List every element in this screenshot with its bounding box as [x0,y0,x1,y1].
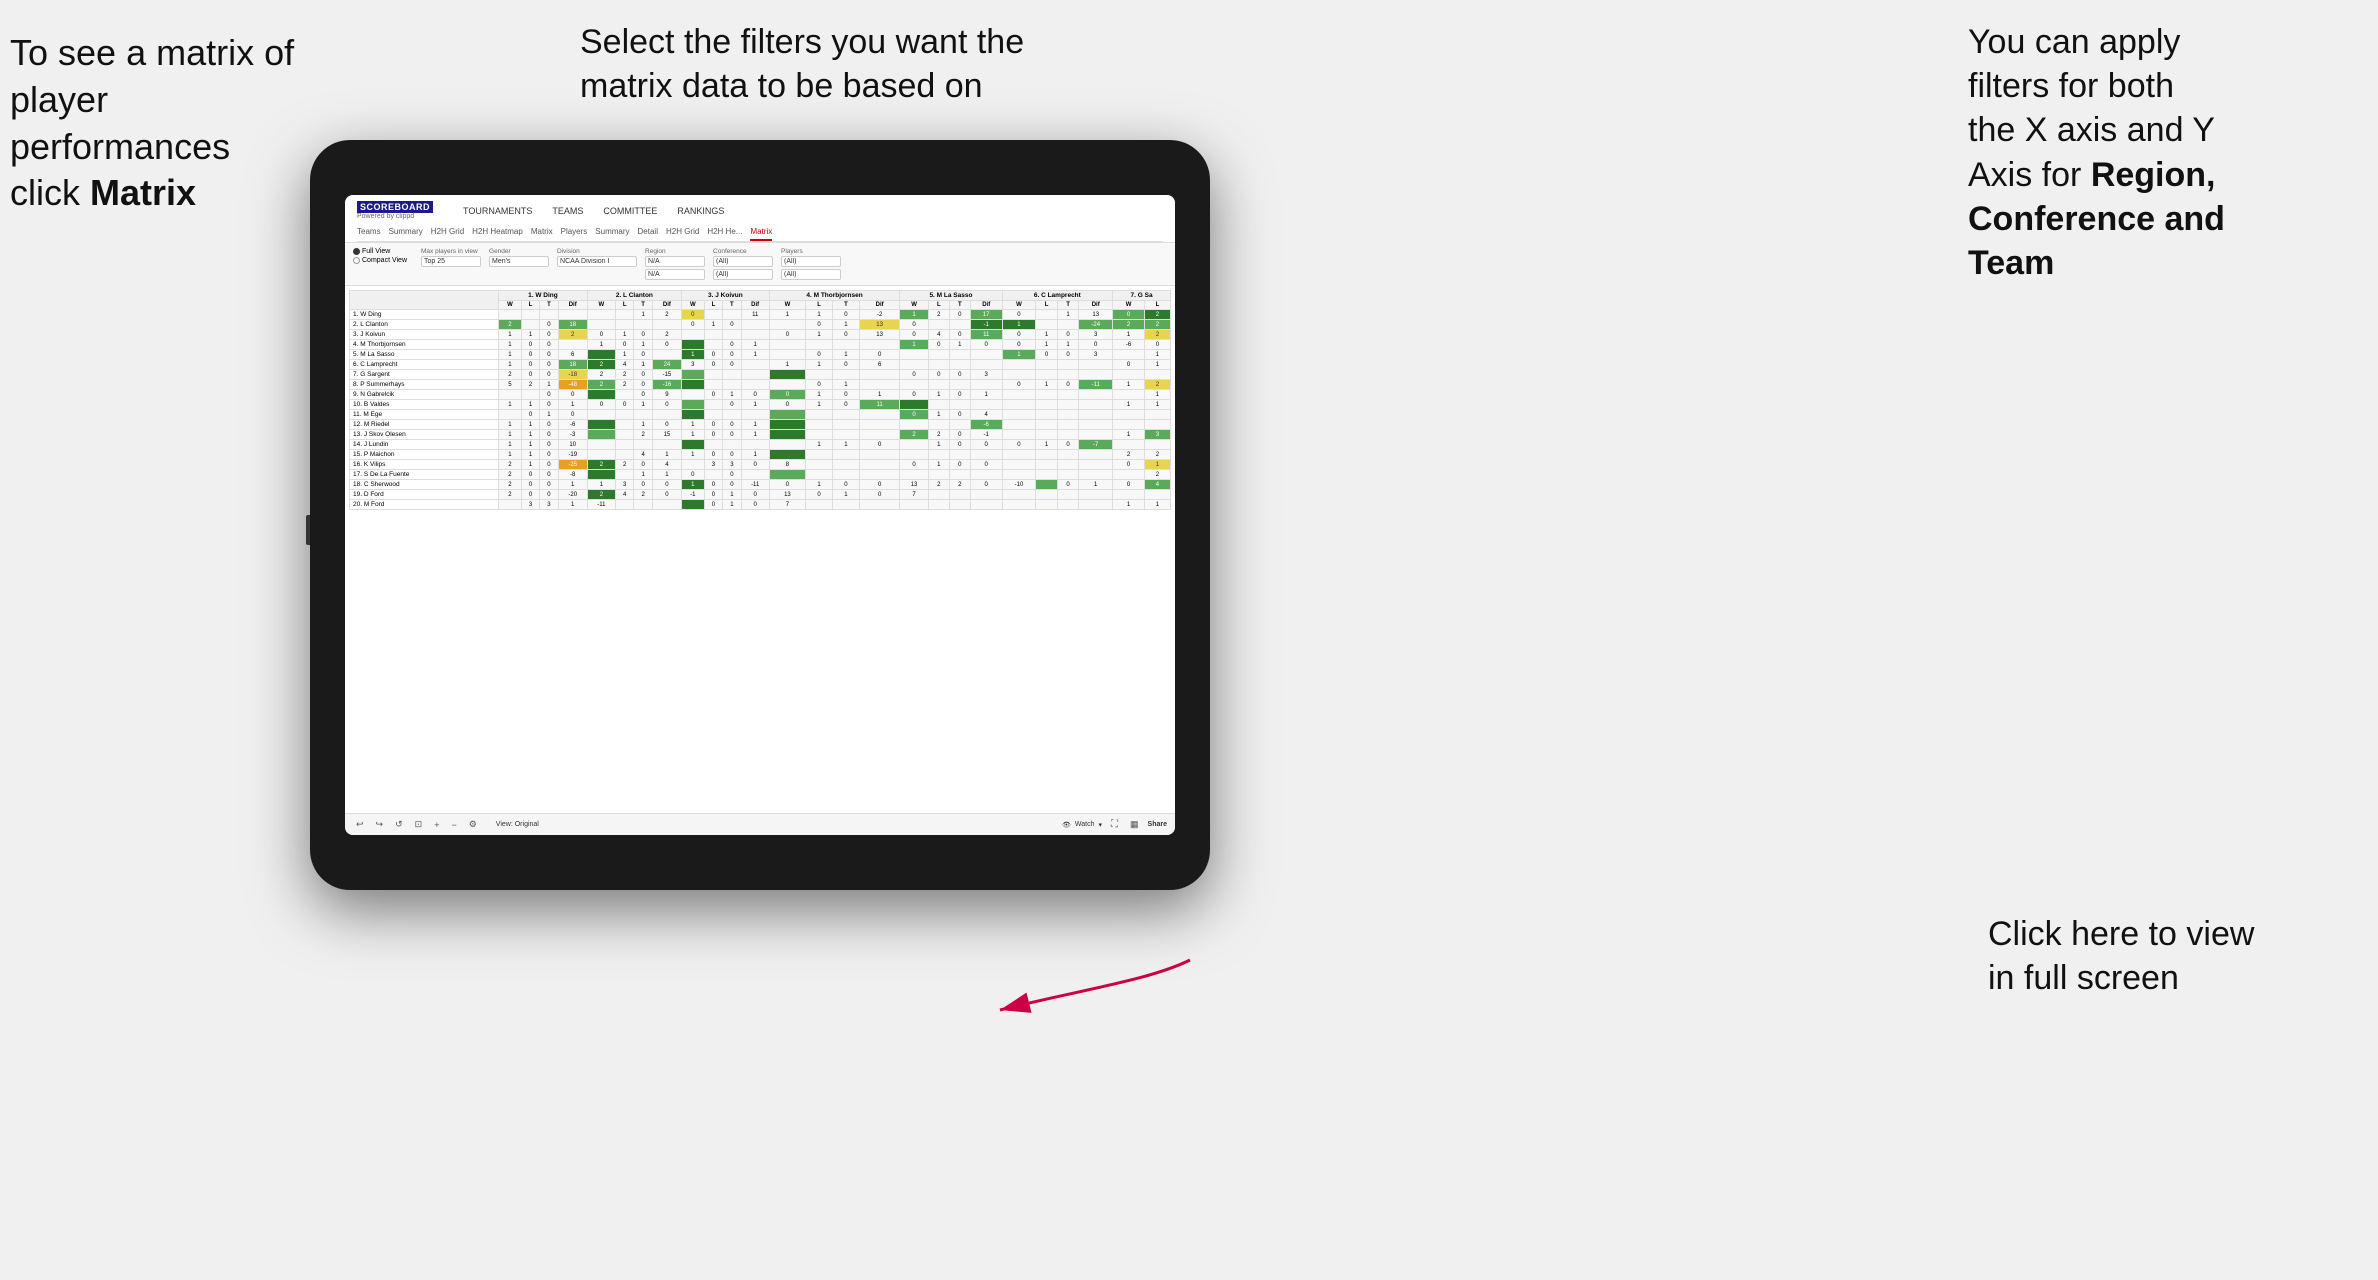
table-row: 2. L Clanton 2018 010 0113 0-1 1-24 22 [350,320,1171,330]
compact-view-dot [353,257,360,264]
tablet-side-button [306,515,310,545]
table-row: 20. M Ford 331 -11 010 7 11 [350,500,1171,510]
conference-select[interactable]: (All) [713,256,773,267]
annotation-top-center: Select the filters you want the matrix d… [580,20,1060,108]
matrix-table: 1. W Ding 2. L Clanton 3. J Koivun 4. M … [349,290,1171,510]
table-row: 14. J Lundin 11010 110 100 010-7 [350,440,1171,450]
region-select[interactable]: N/A [645,256,705,267]
tablet-screen: SCOREBOARD Powered by clippd TOURNAMENTS… [345,195,1175,835]
table-row: 3. J Koivun 1102 0102 01013 04011 0103 1… [350,330,1171,340]
tab-h2h-heatmap[interactable]: H2H Heatmap [472,224,523,241]
table-row: 4. M Thorbjornsen 100 1010 01 1010 0110 … [350,340,1171,350]
scoreboard-logo: SCOREBOARD Powered by clippd [357,201,433,220]
table-row: 11. M Ege 010 0104 [350,410,1171,420]
refresh-button[interactable]: ↺ [392,818,406,831]
fullscreen-button[interactable]: ⛶ [1108,818,1121,831]
redo-button[interactable]: ↪ [373,818,387,831]
table-row: 17. S De La Fuente 200-8 11 00 2 [350,470,1171,480]
players-select[interactable]: (All) [781,256,841,267]
region-select2[interactable]: N/A [645,269,705,280]
nav-teams[interactable]: TEAMS [552,204,583,218]
max-players-select[interactable]: Top 25 [421,256,481,267]
table-row: 1. W Ding 12 011 110-2 12017 0113 02 [350,310,1171,320]
tab-matrix[interactable]: Matrix [750,224,772,241]
gender-select[interactable]: Men's [489,256,549,267]
nav-tournaments[interactable]: TOURNAMENTS [463,204,532,218]
tab-teams[interactable]: Teams [357,224,381,241]
table-row: 10. B Valdes 1101 0010 01 01011 11 [350,400,1171,410]
col-header-sa: 7. G Sa [1113,291,1171,301]
zoom-out-button[interactable]: − [448,819,459,831]
tab-h2h-grid2[interactable]: H2H Grid [666,224,699,241]
table-row: 7. G Sargent 200-18 220-15 0003 [350,370,1171,380]
tab-summary2[interactable]: Summary [595,224,629,241]
players-select2[interactable]: (All) [781,269,841,280]
zoom-fit-button[interactable]: ⊡ [412,818,426,831]
gender-filter: Gender Men's [489,248,549,267]
tab-players[interactable]: Players [561,224,588,241]
corner-header [350,291,499,310]
col-header-clanton: 2. L Clanton [587,291,681,301]
eye-icon: 👁 [1062,821,1071,829]
col-header-thorb: 4. M Thorbjornsen [769,291,900,301]
table-row: 5. M La Sasso 1006 10 1001 010 1003 1 [350,350,1171,360]
table-row: 16. K Vilips 210-25 2204 330 8 0100 01 [350,460,1171,470]
tab-h2h-grid[interactable]: H2H Grid [431,224,464,241]
tab-detail[interactable]: Detail [638,224,658,241]
share-button[interactable]: Share [1148,821,1167,828]
conference-filter: Conference (All) (All) [713,248,773,280]
division-select[interactable]: NCAA Division I [557,256,637,267]
bottom-toolbar: ↩ ↪ ↺ ⊡ + − ⚙ View: Original 👁 Watch ▾ ⛶… [345,813,1175,835]
region-filter: Region N/A N/A [645,248,705,280]
division-filter: Division NCAA Division I [557,248,637,267]
scoreboard-header: SCOREBOARD Powered by clippd TOURNAMENTS… [345,195,1175,243]
zoom-in-button[interactable]: + [431,819,442,831]
table-row: 9. N Gabrelcik 00 09 010 0101 0101 1 [350,390,1171,400]
tab-matrix-left[interactable]: Matrix [531,224,553,241]
annotation-bottom-right: Click here to view in full screen [1988,912,2328,1000]
full-view-dot [353,248,360,255]
view-label: View: Original [496,821,539,828]
compact-view-radio[interactable]: Compact View [353,257,407,264]
table-row: 19. D Ford 200-20 2420 -1010 13010 7 [350,490,1171,500]
table-row: 6. C Lamprecht 10018 24124 300 1106 01 [350,360,1171,370]
table-row: 13. J Skov Olesen 110-3 215 1001 220-1 1… [350,430,1171,440]
col-header-lamp: 6. C Lamprecht [1002,291,1113,301]
nav-committee[interactable]: COMMITTEE [603,204,657,218]
undo-button[interactable]: ↩ [353,818,367,831]
col-header-koivun: 3. J Koivun [681,291,769,301]
table-row: 12. M Riedel 110-6 10 1001 -6 [350,420,1171,430]
watch-control[interactable]: 👁 Watch ▾ [1062,821,1102,829]
table-row: 8. P Summerhays 521-48 220-16 01 010-11 … [350,380,1171,390]
col-header-ding: 1. W Ding [499,291,588,301]
sub-nav: Teams Summary H2H Grid H2H Heatmap Matri… [357,224,1163,242]
nav-rankings[interactable]: RANKINGS [677,204,724,218]
table-row: 18. C Sherwood 2001 1300 100-11 0100 132… [350,480,1171,490]
matrix-area[interactable]: 1. W Ding 2. L Clanton 3. J Koivun 4. M … [345,286,1175,813]
tab-h2h-he[interactable]: H2H He... [707,224,742,241]
view-selector: Full View Compact View [353,248,407,264]
max-players-filter: Max players in view Top 25 [421,248,481,267]
table-row: 15. P Maichon 110-19 41 1001 22 [350,450,1171,460]
settings-button[interactable]: ⚙ [466,818,480,831]
full-view-radio[interactable]: Full View [353,248,407,255]
top-nav: SCOREBOARD Powered by clippd TOURNAMENTS… [357,201,1163,220]
annotation-top-right: You can apply filters for both the X axi… [1968,20,2348,285]
grid-button[interactable]: ▦ [1127,818,1142,831]
annotation-top-left: To see a matrix of player performances c… [10,30,330,217]
conference-select2[interactable]: (All) [713,269,773,280]
tab-summary[interactable]: Summary [389,224,423,241]
tablet: SCOREBOARD Powered by clippd TOURNAMENTS… [310,140,1210,890]
col-header-sasso: 5. M La Sasso [900,291,1002,301]
filter-row: Full View Compact View Max players in vi… [345,243,1175,286]
players-filter: Players (All) (All) [781,248,841,280]
watch-dropdown[interactable]: ▾ [1099,821,1103,829]
